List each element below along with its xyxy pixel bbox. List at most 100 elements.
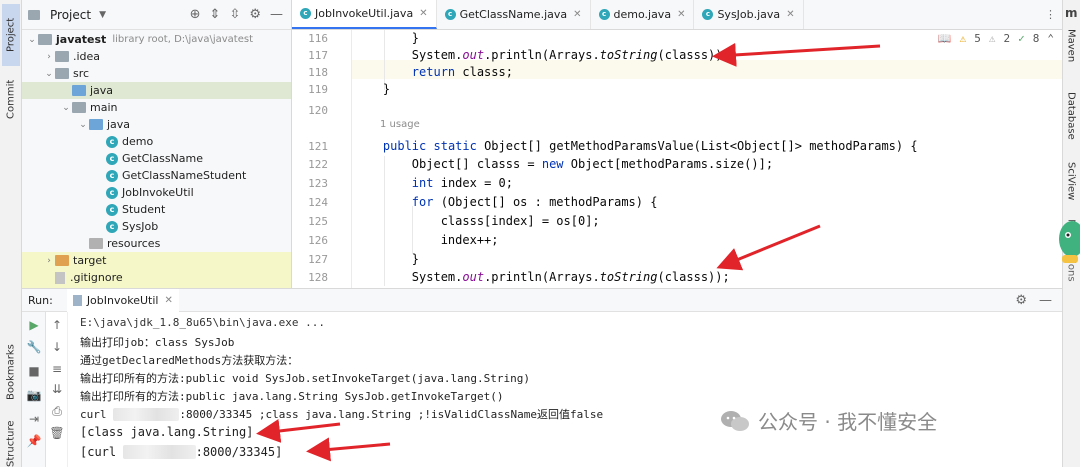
tree-item[interactable]: ⌄ javatest library root, D:\java\javatest [22, 31, 291, 48]
arrow-down-icon[interactable]: ↓ [49, 340, 65, 354]
gear-icon[interactable]: ⚙ [1015, 293, 1027, 308]
close-icon[interactable]: ✕ [573, 9, 581, 20]
console-output[interactable]: E:\java\jdk_1.8_8u65\bin\java.exe ... 输出打… [68, 312, 1062, 467]
code-line: System.out.println(Arrays.toString(class… [354, 270, 730, 284]
tree-item[interactable]: c GetClassName [22, 150, 291, 167]
line-number: 124 [308, 196, 328, 209]
class-icon: c [106, 135, 118, 148]
tree-item[interactable]: .gitignore [22, 269, 291, 286]
chevron-right-icon[interactable]: › [43, 256, 55, 266]
console-line: 输出打印所有的方法:public void SysJob.setInvokeTa… [80, 372, 530, 385]
close-icon[interactable]: ✕ [419, 8, 427, 19]
console-line: 输出打印job：class SysJob [80, 336, 235, 349]
chevron-down-icon[interactable]: ▼ [99, 10, 106, 20]
chevron-right-icon[interactable]: › [43, 52, 55, 62]
gear-icon[interactable]: ⚙ [249, 7, 261, 22]
chevron-down-icon[interactable]: ⌄ [26, 35, 38, 45]
tool-tab-maven[interactable]: Maven [1063, 22, 1079, 70]
tree-item[interactable]: ⌄ src [22, 65, 291, 82]
console-line: E:\java\jdk_1.8_8u65\bin\java.exe ... [80, 316, 326, 329]
close-icon[interactable]: ✕ [164, 295, 172, 306]
tree-item[interactable]: java [22, 82, 291, 99]
minimize-icon[interactable]: — [270, 7, 283, 22]
console-line: [class java.lang.String] [80, 425, 254, 439]
wrench-icon[interactable]: 🔧 [26, 340, 42, 354]
left-tool-strip: Project Commit Bookmarks Structure [0, 0, 22, 467]
line-number: 125 [308, 215, 328, 228]
tab-label: SysJob.java [717, 8, 781, 21]
tree-item-label: Student [122, 203, 166, 216]
tree-item[interactable]: c demo [22, 133, 291, 150]
locate-icon[interactable]: ⊕ [190, 7, 201, 22]
line-number: 116 [308, 32, 328, 45]
folder-icon [55, 68, 69, 79]
usage-hint[interactable]: 1 usage [380, 119, 420, 130]
tree-item[interactable]: ⌄ java [22, 116, 291, 133]
arrow-up-icon[interactable]: ↑ [49, 318, 65, 332]
tree-item-label: .gitignore [70, 271, 123, 284]
tree-item[interactable]: c JobInvokeUtil [22, 184, 291, 201]
close-icon[interactable]: ✕ [786, 9, 794, 20]
source-folder-icon [89, 119, 103, 130]
tab-sysjob[interactable]: c SysJob.java ✕ [694, 0, 804, 29]
tree-item-label: JobInvokeUtil [122, 186, 194, 199]
chevron-down-icon[interactable]: ⌄ [43, 69, 55, 79]
stop-icon[interactable]: ■ [26, 364, 42, 378]
code-line: classs[index] = os[0]; [354, 214, 600, 228]
close-icon[interactable]: ✕ [677, 9, 685, 20]
tree-item[interactable]: resources [22, 235, 291, 252]
chevron-down-icon[interactable]: ⌄ [77, 120, 89, 130]
tool-tab-sciview[interactable]: SciView [1063, 156, 1079, 206]
expand-all-icon[interactable]: ⇕ [210, 7, 221, 22]
tool-tab-database[interactable]: Database [1063, 86, 1079, 146]
pin-icon[interactable]: 📌 [26, 434, 42, 448]
collapse-all-icon[interactable]: ⇳ [229, 7, 240, 22]
class-icon: c [106, 186, 118, 199]
tab-demo[interactable]: c demo.java ✕ [591, 0, 695, 29]
tree-item-label: javatest [56, 33, 107, 46]
tool-tab-project[interactable]: Project [2, 4, 20, 66]
tool-tab-commit[interactable]: Commit [2, 70, 20, 128]
line-number: 121 [308, 140, 328, 153]
code-line: Object[] classs = new Object[methodParam… [354, 157, 774, 171]
run-config-icon [72, 294, 82, 306]
tree-item-label: resources [107, 237, 161, 250]
minimize-icon[interactable]: — [1039, 293, 1052, 308]
tab-jobinvokeutil[interactable]: c JobInvokeUtil.java ✕ [292, 0, 437, 29]
tree-item[interactable]: ⌄ main [22, 99, 291, 116]
chevron-down-icon[interactable]: ⌄ [60, 103, 72, 113]
tab-getclassname[interactable]: c GetClassName.java ✕ [437, 0, 591, 29]
tool-tab-structure[interactable]: Structure [2, 420, 20, 467]
redacted-text: ██████████ [113, 408, 180, 421]
class-icon: c [300, 8, 311, 19]
reader-mode-icon[interactable]: 📖 [938, 32, 952, 45]
tree-item[interactable]: › target [22, 252, 291, 269]
print-icon[interactable]: ⎙ [49, 404, 65, 418]
tree-item[interactable]: c Student [22, 201, 291, 218]
chevron-up-icon[interactable]: ⌃ [1047, 32, 1054, 45]
line-number: 126 [308, 234, 328, 247]
tree-item-label: GetClassName [122, 152, 203, 165]
scroll-to-end-icon[interactable]: ⇊ [49, 382, 65, 396]
run-panel-header: Run: JobInvokeUtil ✕ ⚙ — [22, 288, 1062, 312]
soft-wrap-icon[interactable]: ≡ [49, 362, 65, 376]
class-icon: c [106, 220, 118, 233]
tree-item[interactable]: c GetClassNameStudent [22, 167, 291, 184]
code-editor[interactable]: 116 117 118 119 120 121 122 123 124 125 126 127 128 … [292, 30, 1062, 288]
project-title[interactable]: Project [50, 8, 91, 22]
camera-icon[interactable]: 📷 [26, 388, 42, 402]
trash-icon[interactable]: 🗑 [49, 426, 65, 440]
run-tab-jobinvokeutil[interactable]: JobInvokeUtil ✕ [66, 288, 179, 312]
code-line: return classs; [411, 65, 513, 79]
tabs-more-icon[interactable]: ⋮ [1045, 0, 1062, 29]
tree-item-label: .idea [73, 50, 101, 63]
tree-item-label: demo [122, 135, 154, 148]
rerun-icon[interactable]: ▶ [26, 318, 42, 332]
code-line: } [354, 82, 391, 96]
login-icon[interactable]: ⇥ [26, 412, 42, 426]
tool-tab-bookmarks[interactable]: Bookmarks [2, 340, 20, 404]
code-line: index++; [440, 233, 499, 247]
inspection-widget[interactable]: 📖 ⚠ 5 ⚠ 2 ✓ 8 ⌃ [938, 32, 1054, 45]
tree-item[interactable]: c SysJob [22, 218, 291, 235]
tree-item[interactable]: › .idea [22, 48, 291, 65]
